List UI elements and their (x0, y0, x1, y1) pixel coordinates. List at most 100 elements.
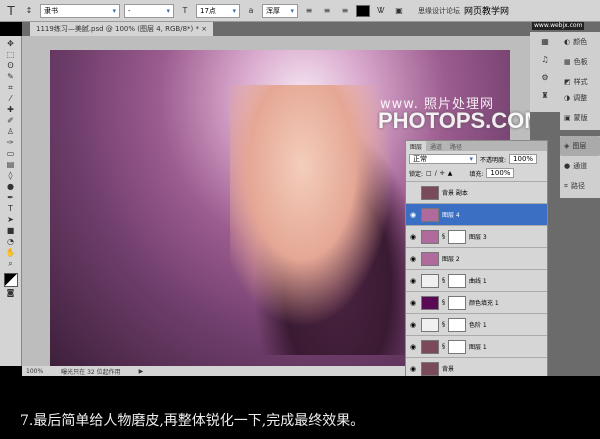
antialias-value: 浑厚 (266, 6, 280, 15)
opacity-input[interactable]: 100% (509, 154, 538, 164)
font-family-select[interactable]: 隶书 ▾ (40, 3, 120, 18)
marquee-tool-icon[interactable]: ⬚ (4, 50, 18, 60)
opacity-value: 100% (513, 155, 534, 163)
history-brush-tool-icon[interactable]: ✑ (4, 138, 18, 148)
play-arrow-icon[interactable]: ▶ (139, 368, 144, 375)
layers-panel: 图层 通道 路径 正常 ▾ 不透明度: 100% 锁定: □ / ✛ ▲ 填充: … (405, 140, 548, 385)
lock-transparency-icon[interactable]: □ (426, 170, 432, 177)
link-icon[interactable]: § (442, 343, 445, 350)
blend-mode-select[interactable]: 正常 ▾ (409, 154, 477, 164)
warp-text-icon[interactable]: Ꮤ (374, 6, 388, 16)
align-right-icon[interactable]: ≡ (338, 6, 352, 16)
layer-mask-thumbnail[interactable] (448, 295, 466, 310)
lock-all-icon[interactable]: ▲ (448, 170, 453, 177)
dock-label: 颜色 (573, 38, 588, 46)
channels-icon: ● (564, 162, 571, 170)
hand-tool-icon[interactable]: ✋ (4, 248, 18, 258)
font-size-select[interactable]: 17点 ▾ (196, 3, 240, 18)
tab-channels[interactable]: 通道 (426, 141, 446, 151)
brushes-icon[interactable]: ⚙ (538, 73, 552, 83)
dock-item-adjustments[interactable]: ◑ 调整 (560, 88, 600, 108)
blur-tool-icon[interactable]: ◊ (4, 171, 18, 181)
dock-item-layers[interactable]: ◈ 图层 (560, 136, 600, 156)
layer-row[interactable]: ◉ § 颜色填充 1 (406, 291, 547, 313)
document-title: 1119练习—美腻.psd @ 100% (图层 4, RGB/8*) * (36, 25, 199, 33)
clone-source-icon[interactable]: ♜ (538, 91, 552, 101)
eye-icon[interactable]: ◉ (408, 365, 418, 373)
tab-layers[interactable]: 图层 (406, 141, 427, 151)
healing-tool-icon[interactable]: ✚ (4, 105, 18, 115)
eye-icon[interactable]: ◉ (408, 255, 418, 263)
dodge-tool-icon[interactable]: ● (4, 182, 18, 192)
layer-mask-thumbnail[interactable] (448, 339, 466, 354)
layer-row[interactable]: ◉ § 图层 3 (406, 225, 547, 247)
layer-row[interactable]: ◉ § 曲线 1 (406, 269, 547, 291)
move-tool-icon[interactable]: ✥ (4, 39, 18, 49)
close-icon[interactable]: × (201, 25, 207, 33)
dock-item-paths[interactable]: ⌗ 路径 (560, 176, 600, 196)
link-icon[interactable]: § (442, 277, 445, 284)
path-select-tool-icon[interactable]: ➤ (4, 215, 18, 225)
gradient-tool-icon[interactable]: ▤ (4, 160, 18, 170)
actions-icon[interactable]: ♫ (538, 55, 552, 65)
type-tool-icon[interactable]: T (4, 5, 18, 17)
font-family-value: 隶书 (44, 6, 58, 15)
fill-input[interactable]: 100% (486, 168, 515, 178)
font-size-value: 17点 (200, 6, 216, 15)
brush-tool-icon[interactable]: ✐ (4, 116, 18, 126)
dock-item-channels[interactable]: ● 通道 (560, 156, 600, 176)
layer-row[interactable]: ◉ 图层 4 (406, 203, 547, 225)
quick-select-tool-icon[interactable]: ✎ (4, 72, 18, 82)
history-icon[interactable]: ▦ (538, 37, 552, 47)
shape-tool-icon[interactable]: ■ (4, 226, 18, 236)
color-swatches[interactable] (3, 273, 18, 287)
swatches-icon: ▦ (564, 58, 571, 66)
dock-label: 图层 (572, 142, 587, 150)
layer-row[interactable]: ◉ § 色阶 1 (406, 313, 547, 335)
eraser-tool-icon[interactable]: ▭ (4, 149, 18, 159)
layer-row[interactable]: ◉ § 图层 1 (406, 335, 547, 357)
align-center-icon[interactable]: ≡ (320, 6, 334, 16)
document-tab[interactable]: 1119练习—美腻.psd @ 100% (图层 4, RGB/8*) * × (30, 22, 214, 36)
link-icon[interactable]: § (442, 233, 445, 240)
lock-pixels-icon[interactable]: / (435, 170, 437, 177)
align-left-icon[interactable]: ≡ (302, 6, 316, 16)
layer-thumbnail (421, 361, 439, 376)
eye-icon[interactable]: ◉ (408, 343, 418, 351)
antialias-select[interactable]: 浑厚 ▾ (262, 3, 298, 18)
color-icon: ◐ (564, 38, 571, 46)
layer-thumbnail (421, 185, 439, 200)
3d-tool-icon[interactable]: ◔ (4, 237, 18, 247)
text-color-swatch[interactable] (356, 4, 370, 17)
link-icon[interactable]: § (442, 321, 445, 328)
crop-tool-icon[interactable]: ⌗ (4, 83, 18, 93)
dock-item-masks[interactable]: ▣ 蒙版 (560, 108, 600, 128)
font-style-select[interactable]: - ▾ (124, 3, 174, 18)
eye-icon[interactable]: ◉ (408, 321, 418, 329)
layer-mask-thumbnail[interactable] (448, 317, 466, 332)
layer-mask-thumbnail[interactable] (448, 273, 466, 288)
lasso-tool-icon[interactable]: ʘ (4, 61, 18, 71)
eye-icon[interactable]: ◉ (408, 211, 418, 219)
eye-icon[interactable]: ◉ (408, 299, 418, 307)
dock-item-color[interactable]: ◐ 颜色 (560, 32, 600, 52)
layer-mask-thumbnail[interactable] (448, 229, 466, 244)
zoom-level[interactable]: 100% (26, 368, 43, 375)
tab-paths[interactable]: 路径 (446, 141, 466, 151)
quick-mask-icon[interactable]: ◙ (4, 288, 18, 298)
eyedropper-tool-icon[interactable]: ⁄ (4, 94, 18, 104)
orientation-toggle-icon[interactable]: ↕ (22, 6, 36, 16)
clone-stamp-tool-icon[interactable]: ♙ (4, 127, 18, 137)
eye-icon[interactable]: ◉ (408, 277, 418, 285)
lock-position-icon[interactable]: ✛ (440, 170, 445, 177)
masks-icon: ▣ (564, 114, 571, 122)
dock-item-swatches[interactable]: ▦ 色板 (560, 52, 600, 72)
pen-tool-icon[interactable]: ✒ (4, 193, 18, 203)
layer-row[interactable]: ◉ 图层 2 (406, 247, 547, 269)
zoom-tool-icon[interactable]: ⌕ (4, 259, 18, 269)
eye-icon[interactable]: ◉ (408, 233, 418, 241)
type-tool-icon[interactable]: T (4, 204, 18, 214)
link-icon[interactable]: § (442, 299, 445, 306)
layer-row[interactable]: 背景 副本 (406, 181, 547, 203)
panels-toggle-icon[interactable]: ▣ (392, 6, 406, 16)
